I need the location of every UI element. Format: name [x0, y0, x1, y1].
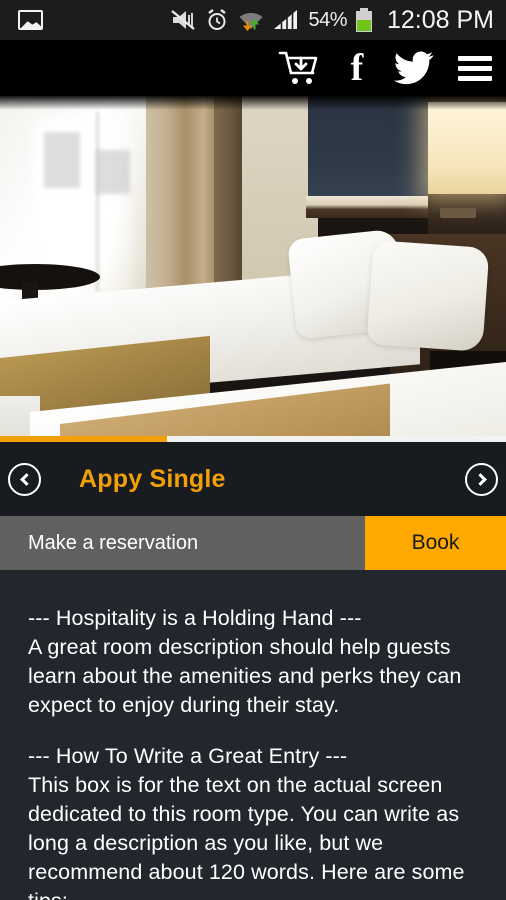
status-bar-clock: 12:08 PM	[386, 5, 494, 34]
status-bar: 54% 12:08 PM	[0, 0, 506, 40]
description-heading-2: --- How To Write a Great Entry ---	[28, 744, 348, 769]
room-description-panel[interactable]: --- Hospitality is a Holding Hand --- A …	[0, 570, 506, 900]
description-paragraph-1: A great room description should help gue…	[28, 635, 462, 718]
description-paragraph-2: This box is for the text on the actual s…	[28, 773, 465, 900]
alarm-clock-icon	[208, 9, 227, 30]
photo-icon	[18, 10, 43, 30]
wifi-transfer-icon	[239, 13, 263, 32]
twitter-bird-icon[interactable]	[384, 40, 444, 96]
make-a-reservation-label[interactable]: Make a reservation	[0, 516, 365, 570]
reservation-bar: Make a reservation Book	[0, 516, 506, 570]
room-title-bar: Appy Single	[0, 442, 506, 516]
hamburger-menu-icon[interactable]	[444, 40, 506, 96]
battery-percent-label: 54%	[308, 8, 347, 31]
status-bar-left	[18, 10, 43, 30]
status-bar-right: 54% 12:08 PM	[170, 6, 506, 35]
description-heading-1: --- Hospitality is a Holding Hand ---	[28, 606, 362, 630]
description-spacer-1	[28, 720, 480, 742]
chevron-left-icon[interactable]	[8, 462, 41, 496]
room-hero-image[interactable]	[0, 96, 506, 438]
signal-bars-icon	[274, 10, 298, 29]
app-screen: 54% 12:08 PM f Appy Single Make a reserv…	[0, 0, 506, 900]
chevron-right-icon[interactable]	[465, 462, 498, 496]
battery-icon	[355, 8, 372, 32]
vibrate-off-icon	[171, 10, 196, 30]
book-button[interactable]: Book	[365, 516, 506, 570]
top-nav-bar: f	[0, 40, 506, 96]
facebook-letter: f	[350, 47, 364, 89]
page-title: Appy Single	[79, 464, 226, 493]
shopping-cart-download-icon[interactable]	[268, 40, 330, 96]
facebook-icon[interactable]: f	[330, 40, 384, 96]
